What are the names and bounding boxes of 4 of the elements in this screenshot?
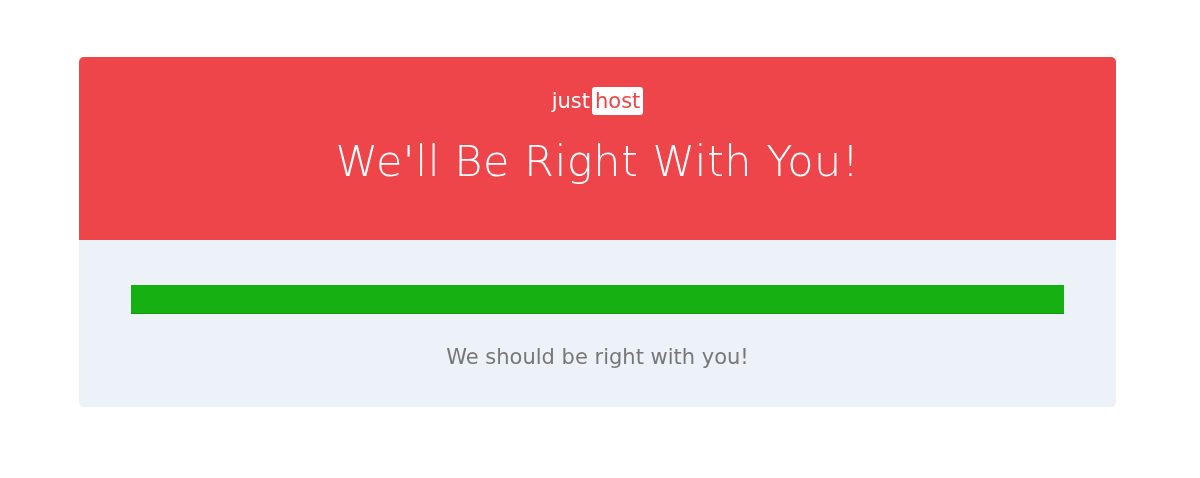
status-message: We should be right with you! <box>445 345 750 369</box>
logo-badge: host <box>592 87 644 115</box>
page-heading: We'll Be Right With You! <box>335 136 860 186</box>
logo-text: just <box>551 89 591 113</box>
